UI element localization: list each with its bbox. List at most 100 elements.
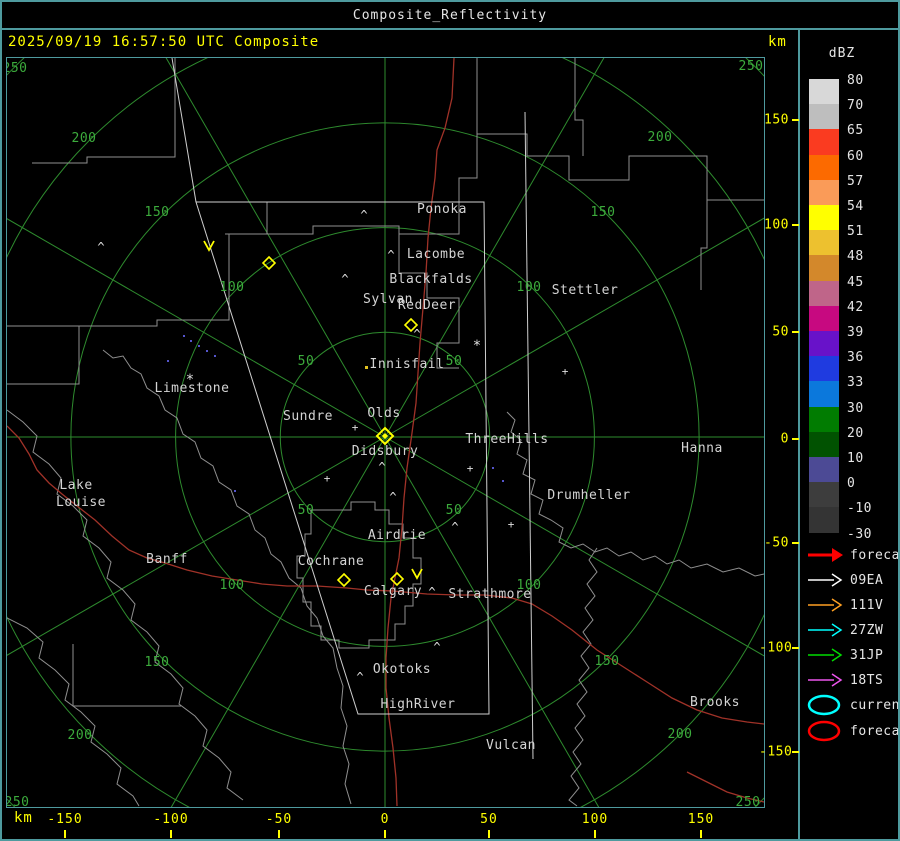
ring-distance-label: 150 xyxy=(591,205,616,220)
dbz-color-swatch xyxy=(809,431,839,457)
city-label: Didsbury xyxy=(352,444,419,459)
legend-item: forecast xyxy=(806,543,898,567)
legend-item-label: 18TS xyxy=(850,672,884,688)
ring-distance-label: 50 xyxy=(446,503,463,518)
city-label: Limestone xyxy=(155,381,230,396)
ring-distance-label: 200 xyxy=(648,130,673,145)
right-axis-tick xyxy=(792,647,799,649)
city-label: Drumheller xyxy=(547,488,630,503)
bottom-axis-tick-label: 0 xyxy=(380,812,390,827)
county-boundary xyxy=(700,200,708,290)
ring-distance-label: 100 xyxy=(220,578,245,593)
city-label: Blackfalds xyxy=(389,272,472,287)
plus-marker: + xyxy=(467,462,474,475)
bottom-axis-tick xyxy=(170,830,172,838)
right-axis-tick xyxy=(792,119,799,121)
right-axis-tick-label: 150 xyxy=(764,112,789,128)
dbz-color-swatch xyxy=(809,381,839,407)
right-axis-tick xyxy=(792,224,799,226)
city-label: Sundre xyxy=(283,409,333,424)
caret-marker: ^ xyxy=(433,640,440,654)
dbz-color-swatch xyxy=(809,205,839,231)
timestamp-label: 2025/09/19 16:57:50 UTC Composite xyxy=(8,34,320,50)
right-axis-tick xyxy=(792,438,799,440)
legend-item: current xyxy=(806,693,900,717)
dbz-color-swatch xyxy=(809,356,839,382)
weak-echo-dot xyxy=(214,355,216,357)
county-boundary xyxy=(72,644,181,707)
bottom-axis-tick-label: 150 xyxy=(687,812,715,827)
dbz-color-swatch xyxy=(809,406,839,432)
right-axis-tick-label: -100 xyxy=(759,640,793,656)
legend-arrow-icon xyxy=(808,623,843,637)
ring-distance-label: 250 xyxy=(7,61,27,76)
city-label: ThreeHills xyxy=(465,432,548,447)
dbz-scale-label: 54 xyxy=(847,199,864,214)
bottom-axis-tick-label: -50 xyxy=(265,812,293,827)
weak-echo-dot xyxy=(502,480,504,482)
caret-marker: ^ xyxy=(97,240,104,254)
bottom-axis-tick xyxy=(384,830,386,838)
bottom-axis-tick xyxy=(278,830,280,838)
legend-item: forecast xyxy=(806,719,900,743)
dbz-color-swatch xyxy=(809,280,839,306)
header-row: 2025/09/19 16:57:50 UTC Composite xyxy=(2,30,798,55)
radar-map[interactable]: 50 50 50 50 100 100 100 100 150 150 150 150 200 200 20… xyxy=(6,57,765,808)
city-label: Lake xyxy=(59,478,92,493)
right-axis-tick xyxy=(792,331,799,333)
title-bar[interactable]: Composite_Reflectivity xyxy=(2,2,898,30)
city-label: Hanna xyxy=(681,441,723,456)
city-label: Olds xyxy=(367,406,400,421)
ring-distance-label: 50 xyxy=(298,354,315,369)
city-label: Innisfail xyxy=(370,357,445,372)
side-panel: dBZ 80 70 65 60 57 54 51 48 45 42 39 36 33 30 20 10 0 -10… xyxy=(800,30,900,839)
ring-distance-label: 200 xyxy=(68,728,93,743)
plus-marker: + xyxy=(324,472,331,485)
city-label: Ponoka xyxy=(417,202,467,217)
legend-item: 18TS xyxy=(806,668,883,692)
ring-distance-label: 50 xyxy=(446,354,463,369)
weak-echo-dot xyxy=(492,467,494,469)
ring-distance-label: 250 xyxy=(736,795,761,807)
right-axis-tick-label: 100 xyxy=(764,217,789,233)
legend-item-label: current xyxy=(850,697,900,713)
right-axis-tick-label: 50 xyxy=(772,324,789,340)
bottom-axis-tick xyxy=(700,830,702,838)
dbz-scale-label: 30 xyxy=(847,400,864,416)
legend-item-label: 111V xyxy=(850,597,884,613)
county-boundary xyxy=(574,58,584,156)
dbz-scale-label: 45 xyxy=(847,274,864,290)
radar-map-canvas: 50 5050 50100 100100100150 150150150200 20020… xyxy=(7,58,764,807)
bottom-axis-tick-label: -150 xyxy=(47,812,83,827)
bottom-axis-tick xyxy=(64,830,66,838)
caret-marker: ^ xyxy=(413,327,420,341)
caret-marker: ^ xyxy=(378,460,385,474)
city-label: Brooks xyxy=(690,695,740,710)
city-label: Calgary xyxy=(364,584,422,599)
bottom-distance-axis: -150 -100 -50 0 50 100 150 xyxy=(2,808,798,839)
legend-arrow-icon xyxy=(808,548,843,562)
dbz-color-swatch xyxy=(809,129,839,155)
city-label: Strathmore xyxy=(448,587,531,602)
caret-marker: ^ xyxy=(360,208,367,222)
legend-item-label: 31JP xyxy=(850,647,884,663)
legend-item-label: forecast xyxy=(850,723,900,739)
caret-marker: ^ xyxy=(451,520,458,534)
dbz-scale-label: 80 xyxy=(847,73,864,88)
highway-line xyxy=(385,58,455,807)
dbz-color-swatch xyxy=(809,507,839,533)
county-boundary xyxy=(7,409,244,801)
caret-marker: ^ xyxy=(428,585,435,599)
ring-distance-label: 200 xyxy=(72,131,97,146)
city-label: Lacombe xyxy=(407,247,465,262)
dbz-scale-label: 0 xyxy=(847,476,856,492)
plus-marker: + xyxy=(562,365,569,378)
dbz-scale-label: 57 xyxy=(847,173,864,189)
caret-marker: ^ xyxy=(341,272,348,286)
caret-marker: ^ xyxy=(387,248,394,262)
bottom-axis-tick-label: 100 xyxy=(581,812,609,827)
city-label: Airdrie xyxy=(368,528,426,543)
legend-ellipse-icon xyxy=(807,720,841,742)
dbz-color-swatch xyxy=(809,305,839,331)
dbz-color-swatch xyxy=(809,230,839,256)
